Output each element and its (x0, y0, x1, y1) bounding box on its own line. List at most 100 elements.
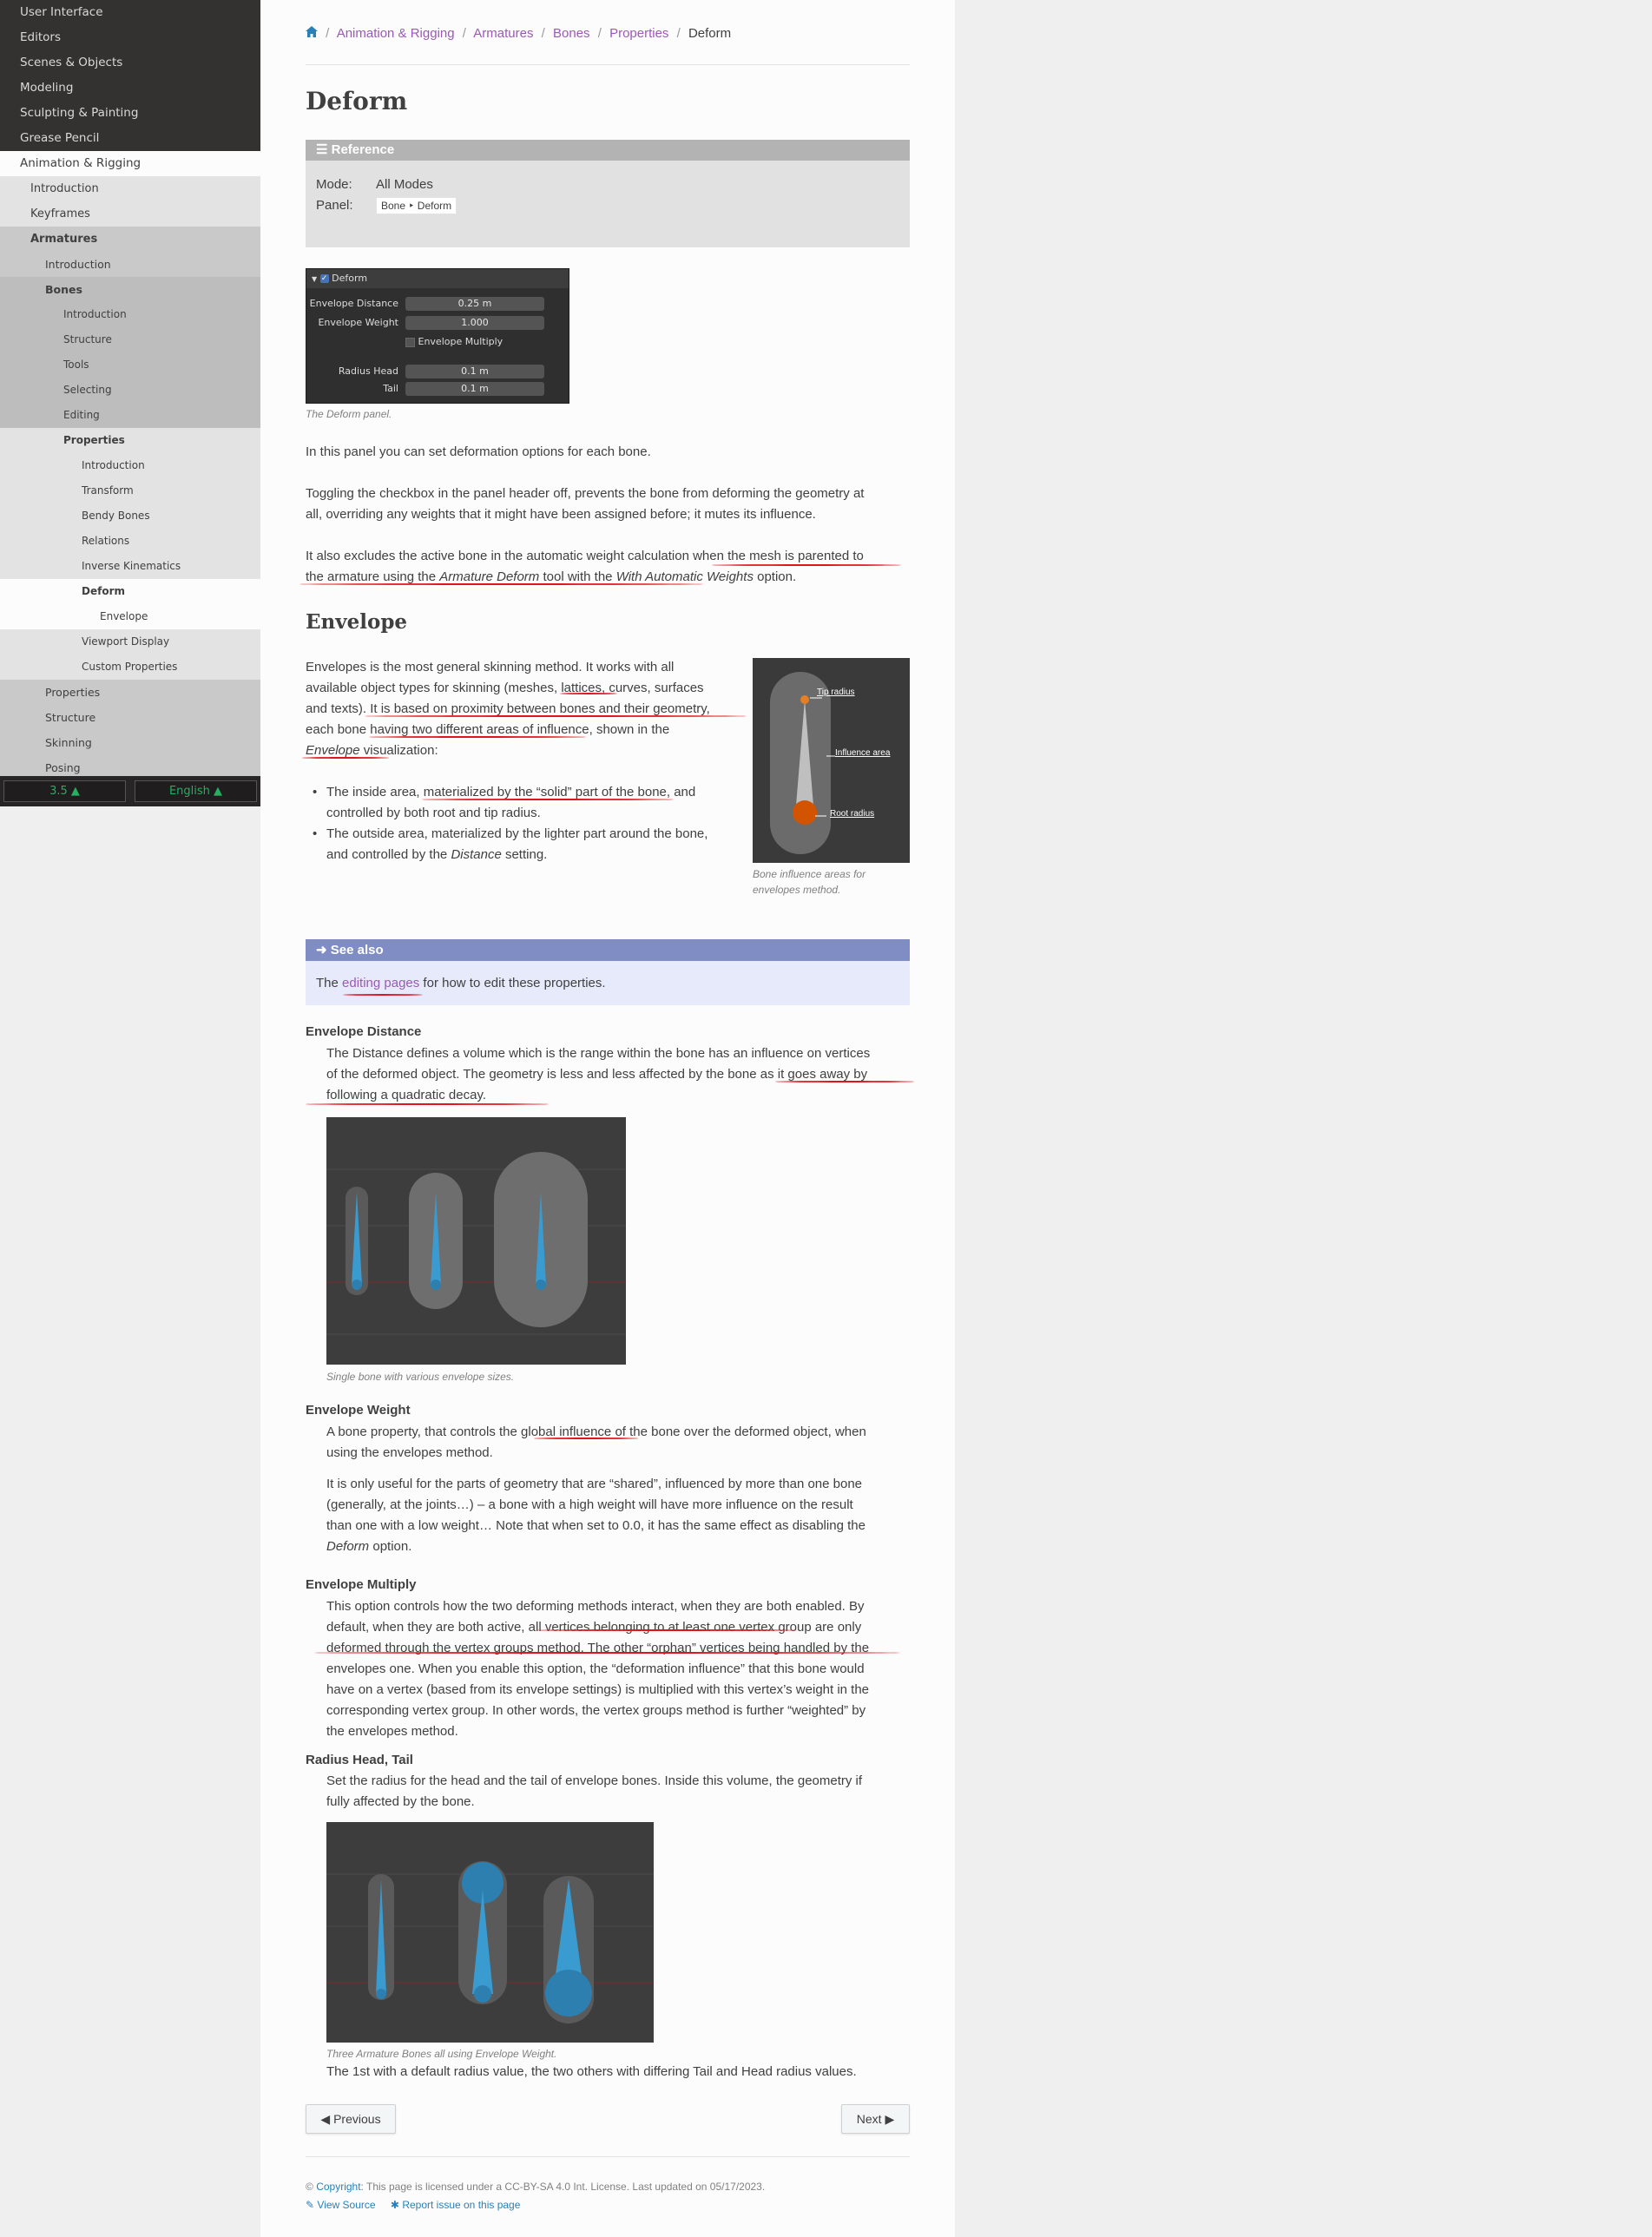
sidebar-item-envelope[interactable]: Envelope (0, 604, 260, 629)
panel-row-value: 0.25 m (405, 297, 544, 311)
figure-caption: Three Armature Bones all using Envelope … (326, 2048, 557, 2060)
sidebar-item-keyframes[interactable]: Keyframes (0, 201, 260, 227)
paragraph-line: fully affected by the bone. (326, 1794, 475, 1809)
panel-row-value: 0.1 m (405, 382, 544, 396)
footer-text: : This page is licensed under a CC-BY-SA… (360, 2181, 766, 2193)
bullet-icon: • (313, 826, 318, 841)
sidebar-item-transform[interactable]: Transform (0, 478, 260, 503)
sidebar-item-structure[interactable]: Structure (0, 705, 260, 730)
sidebar-item-modeling[interactable]: Modeling (0, 76, 260, 101)
checkbox-checked-icon: ✓ (319, 274, 329, 283)
list-icon: ☰ (316, 142, 328, 157)
sidebar-item-editors[interactable]: Editors (0, 25, 260, 50)
version-label: 3.5 (49, 785, 68, 798)
home-icon[interactable] (306, 26, 321, 41)
definition-term: Envelope Weight (306, 1403, 411, 1418)
panel-label: Panel: (316, 198, 353, 213)
reference-header: ☰ Reference (306, 140, 910, 161)
sidebar-item-user-interface[interactable]: User Interface (0, 0, 260, 25)
paragraph-line: default, when they are both active, all … (326, 1620, 862, 1635)
copyright-symbol: © (306, 2181, 313, 2193)
section-heading: Envelope (306, 610, 408, 634)
page-title: Deform (306, 87, 408, 115)
next-label: Next (856, 2112, 882, 2126)
sidebar-item-introduction[interactable]: Introduction (0, 176, 260, 201)
envelope-sizes-illustration (326, 1152, 626, 1335)
sidebar-item-relations[interactable]: Relations (0, 529, 260, 554)
three-bones-illustration (326, 1861, 654, 2023)
panel-row-value: 0.1 m (405, 365, 544, 378)
text: and controlled by the (326, 847, 451, 862)
sidebar-item-editing[interactable]: Editing (0, 403, 260, 428)
sidebar-item-introduction[interactable]: Introduction (0, 252, 260, 277)
paragraph-line: available object types for skinning (mes… (306, 681, 704, 695)
sidebar-item-properties[interactable]: Properties (0, 680, 260, 705)
annotation-underline (299, 583, 703, 585)
report-issue-link[interactable]: ✱ Report issue on this page (391, 2199, 521, 2211)
panel-row-checkbox: Envelope Multiply (405, 336, 503, 347)
panel-row-label: Envelope Distance (309, 298, 398, 309)
paragraph-line: This option controls how the two deformi… (326, 1599, 865, 1614)
view-source-link[interactable]: ✎ View Source (306, 2199, 376, 2211)
bug-icon: ✱ (390, 2199, 399, 2211)
breadcrumb-link[interactable]: Animation & Rigging (337, 26, 455, 41)
sidebar-item-bendy-bones[interactable]: Bendy Bones (0, 503, 260, 529)
sidebar-item-introduction[interactable]: Introduction (0, 302, 260, 327)
emphasis: Distance (451, 847, 502, 862)
annotation-underline (302, 757, 389, 759)
language-selector[interactable]: English ▲ (135, 780, 257, 802)
annotation-underline (712, 564, 901, 566)
copyright-link[interactable]: Copyright (316, 2181, 360, 2193)
caption-line: envelopes method. (753, 884, 841, 896)
annotation-underline (369, 736, 586, 738)
caption-line: Bone influence areas for (753, 868, 866, 880)
annotation-underline (343, 994, 423, 996)
panel-row-value: 1.000 (405, 316, 544, 330)
sidebar-item-viewport-display[interactable]: Viewport Display (0, 629, 260, 655)
editing-pages-link[interactable]: editing pages (342, 976, 419, 990)
bone-influence-figure: Tip radius Influence area Root radius (753, 658, 910, 863)
annotation-label: Root radius (830, 809, 875, 819)
definition-term: Radius Head, Tail (306, 1753, 413, 1767)
sidebar-item-deform[interactable]: Deform (0, 579, 260, 604)
breadcrumb-current: Deform (688, 26, 732, 41)
panel-row-label: Radius Head (338, 365, 398, 377)
sidebar-item-bones[interactable]: Bones (0, 277, 260, 302)
annotation-underline (534, 1438, 638, 1439)
deform-panel-header: ▼ ✓ Deform (306, 269, 569, 288)
annotation-underline (560, 693, 617, 694)
sidebar-item-structure[interactable]: Structure (0, 327, 260, 352)
arrow-circle-right-icon: ➜ (316, 943, 327, 957)
sidebar-item-introduction[interactable]: Introduction (0, 453, 260, 478)
sidebar: User Interface Editors Scenes & Objects Mod… (0, 0, 260, 806)
previous-button[interactable]: ◀ Previous (306, 2104, 396, 2134)
sidebar-item-tools[interactable]: Tools (0, 352, 260, 378)
sidebar-item-scenes-objects[interactable]: Scenes & Objects (0, 50, 260, 76)
mode-value: All Modes (376, 177, 433, 192)
paragraph: In this panel you can set deformation op… (306, 444, 651, 459)
sidebar-item-selecting[interactable]: Selecting (0, 378, 260, 403)
next-button[interactable]: Next ▶ (841, 2104, 910, 2134)
emphasis: With Automatic Weights (615, 569, 754, 584)
figure-caption: The Deform panel. (306, 408, 392, 420)
definition-term: Envelope Multiply (306, 1577, 417, 1592)
sidebar-item-properties[interactable]: Properties (0, 428, 260, 453)
sidebar-item-animation-rigging[interactable]: Animation & Rigging (0, 151, 260, 176)
sidebar-item-sculpting-painting[interactable]: Sculpting & Painting (0, 101, 260, 126)
disclosure-triangle-icon: ▼ (312, 275, 318, 283)
version-selector[interactable]: 3.5 ▲ (3, 780, 126, 802)
checkbox-icon (405, 337, 415, 347)
sidebar-item-inverse-kinematics[interactable]: Inverse Kinematics (0, 554, 260, 579)
breadcrumb-link[interactable]: Bones (553, 26, 590, 41)
text: tool with the (539, 569, 616, 584)
arrow-circle-left-icon: ◀ (320, 2112, 331, 2126)
sidebar-item-custom-properties[interactable]: Custom Properties (0, 655, 260, 680)
sidebar-item-armatures[interactable]: Armatures (0, 227, 260, 252)
breadcrumb-link[interactable]: Armatures (473, 26, 533, 41)
sidebar-item-skinning[interactable]: Skinning (0, 730, 260, 755)
previous-label: Previous (333, 2112, 381, 2126)
paragraph-line: envelopes one. When you enable this opti… (326, 1661, 865, 1676)
definition-term: Envelope Distance (306, 1024, 422, 1039)
breadcrumb-link[interactable]: Properties (609, 26, 668, 41)
sidebar-item-grease-pencil[interactable]: Grease Pencil (0, 126, 260, 151)
